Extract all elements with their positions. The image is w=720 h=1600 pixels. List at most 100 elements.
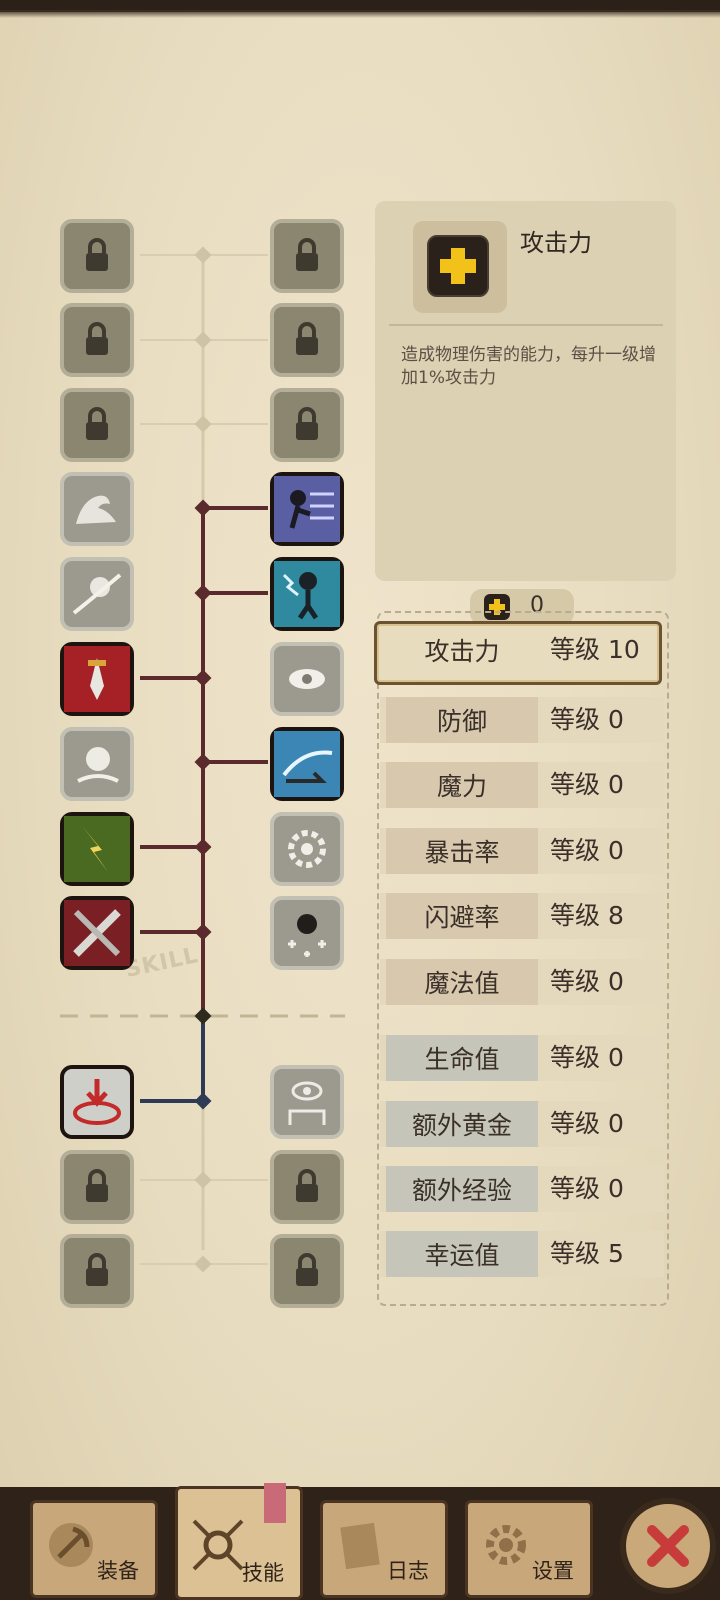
gear-burst-icon: [288, 830, 326, 868]
stat-name: 生命值: [386, 1035, 538, 1081]
lock-icon: [86, 238, 108, 271]
stat-level: 等级 0: [550, 705, 624, 734]
flex-arm-icon: [76, 495, 116, 524]
stat-row-extra-gold[interactable]: 额外黄金 等级 0: [380, 1097, 664, 1151]
skill-gear-burst[interactable]: [270, 812, 344, 886]
stat-level: 等级 0: [550, 836, 624, 865]
gear-icon: [486, 1525, 526, 1565]
stat-name: 额外黄金: [386, 1101, 538, 1147]
stat-level: 等级 0: [550, 1109, 624, 1138]
skill-crossed-swords[interactable]: [60, 896, 134, 970]
skill-wind-blade[interactable]: [270, 727, 344, 801]
skill-dagger[interactable]: [60, 642, 134, 716]
journal-icon: [340, 1522, 380, 1570]
lock-icon: [296, 238, 318, 271]
stat-level: 等级 0: [550, 770, 624, 799]
skill-section-label: SKILL: [123, 943, 201, 983]
skill-slot-locked[interactable]: [270, 219, 344, 293]
stat-name: 攻击力: [424, 637, 500, 666]
lock-icon: [86, 1253, 108, 1286]
skill-slot-locked[interactable]: [270, 388, 344, 462]
skill-slot-locked[interactable]: [60, 388, 134, 462]
nav-tab-equipment[interactable]: 装备: [30, 1500, 158, 1598]
nav-label: 技能: [242, 1561, 284, 1585]
nav-tab-log[interactable]: 日志: [320, 1500, 448, 1598]
stat-row-magic[interactable]: 魔力 等级 0: [380, 758, 664, 812]
skill-slash-figure[interactable]: [60, 557, 134, 631]
stat-level: 等级 8: [550, 901, 624, 930]
eye-burst-icon: [289, 669, 325, 689]
skill-lightning-giant[interactable]: [60, 812, 134, 886]
stat-level: 等级 0: [550, 967, 624, 996]
axe-icon: [49, 1523, 93, 1567]
skill-target-hit[interactable]: [60, 1065, 134, 1139]
stat-level: 等级 5: [550, 1239, 624, 1268]
nav-label: 装备: [97, 1559, 139, 1583]
close-button[interactable]: [620, 1498, 716, 1594]
bookmark-ribbon: [264, 1483, 286, 1523]
stat-name: 魔力: [386, 762, 538, 808]
skill-flex-arm[interactable]: [60, 472, 134, 546]
skill-slot-locked[interactable]: [60, 303, 134, 377]
crossed-swords-icon: [64, 900, 130, 966]
info-divider: [389, 324, 663, 326]
all-seeing-eye-icon: [288, 1081, 326, 1125]
info-title: 攻击力: [520, 229, 592, 257]
skill-dash-runner[interactable]: [270, 472, 344, 546]
skill-tree: SKILL: [0, 0, 360, 1320]
skill-burst-icon: [192, 1519, 244, 1571]
lock-icon: [296, 1253, 318, 1286]
skill-shadow-figure[interactable]: [60, 727, 134, 801]
nav-tab-skills[interactable]: 技能: [175, 1483, 303, 1600]
nav-tab-settings[interactable]: 设置: [465, 1500, 593, 1598]
dagger-icon: [64, 646, 130, 712]
skill-slot-locked[interactable]: [270, 303, 344, 377]
info-icon-frame: [413, 221, 507, 313]
skill-healing-figure[interactable]: [270, 896, 344, 970]
lightning-giant-icon: [64, 816, 130, 882]
nav-label: 日志: [387, 1559, 429, 1583]
stat-level: 等级 0: [550, 1174, 624, 1203]
stat-name: 魔法值: [386, 959, 538, 1005]
lock-icon: [86, 322, 108, 355]
stat-name: 防御: [386, 697, 538, 743]
stat-row-attack[interactable]: 攻击力 等级 10: [374, 621, 664, 685]
skill-lightning-body[interactable]: [270, 557, 344, 631]
dash-runner-icon: [274, 476, 340, 542]
stat-row-dodge-rate[interactable]: 闪避率 等级 8: [380, 889, 664, 943]
stat-row-health[interactable]: 生命值 等级 0: [380, 1031, 664, 1085]
trunk-node: [194, 1007, 212, 1025]
stat-name: 暴击率: [386, 828, 538, 874]
lock-icon: [296, 407, 318, 440]
stat-name: 额外经验: [386, 1166, 538, 1212]
stat-row-defense[interactable]: 防御 等级 0: [380, 693, 664, 747]
skill-info-panel: 攻击力 造成物理伤害的能力，每升一级增加1%攻击力: [375, 201, 676, 581]
shadow-figure-icon: [77, 747, 119, 783]
info-description: 造成物理伤害的能力，每升一级增加1%攻击力: [401, 345, 656, 388]
stat-row-extra-exp[interactable]: 额外经验 等级 0: [380, 1162, 664, 1216]
skill-slot-locked[interactable]: [270, 1150, 344, 1224]
plus-icon: [427, 235, 489, 297]
skill-eye-burst[interactable]: [270, 642, 344, 716]
target-hit-icon: [73, 1079, 121, 1125]
lock-icon: [296, 322, 318, 355]
wind-blade-icon: [274, 731, 340, 797]
healing-figure-icon: [288, 914, 326, 957]
stat-row-mana[interactable]: 魔法值 等级 0: [380, 955, 664, 1009]
stat-level: 等级 0: [550, 1043, 624, 1072]
skill-slot-locked[interactable]: [270, 1234, 344, 1308]
stat-name: 幸运值: [386, 1231, 538, 1277]
stat-row-crit-rate[interactable]: 暴击率 等级 0: [380, 824, 664, 878]
lock-icon: [86, 1169, 108, 1202]
skill-all-seeing-eye[interactable]: [270, 1065, 344, 1139]
stat-name: 闪避率: [386, 893, 538, 939]
lock-icon: [86, 407, 108, 440]
close-icon: [647, 1525, 689, 1567]
lock-icon: [296, 1169, 318, 1202]
nav-label: 设置: [532, 1559, 574, 1583]
skill-slot-locked[interactable]: [60, 1234, 134, 1308]
skill-slot-locked[interactable]: [60, 219, 134, 293]
skill-slot-locked[interactable]: [60, 1150, 134, 1224]
trunk-node-blue: [194, 1092, 212, 1110]
stat-row-luck[interactable]: 幸运值 等级 5: [380, 1227, 664, 1281]
